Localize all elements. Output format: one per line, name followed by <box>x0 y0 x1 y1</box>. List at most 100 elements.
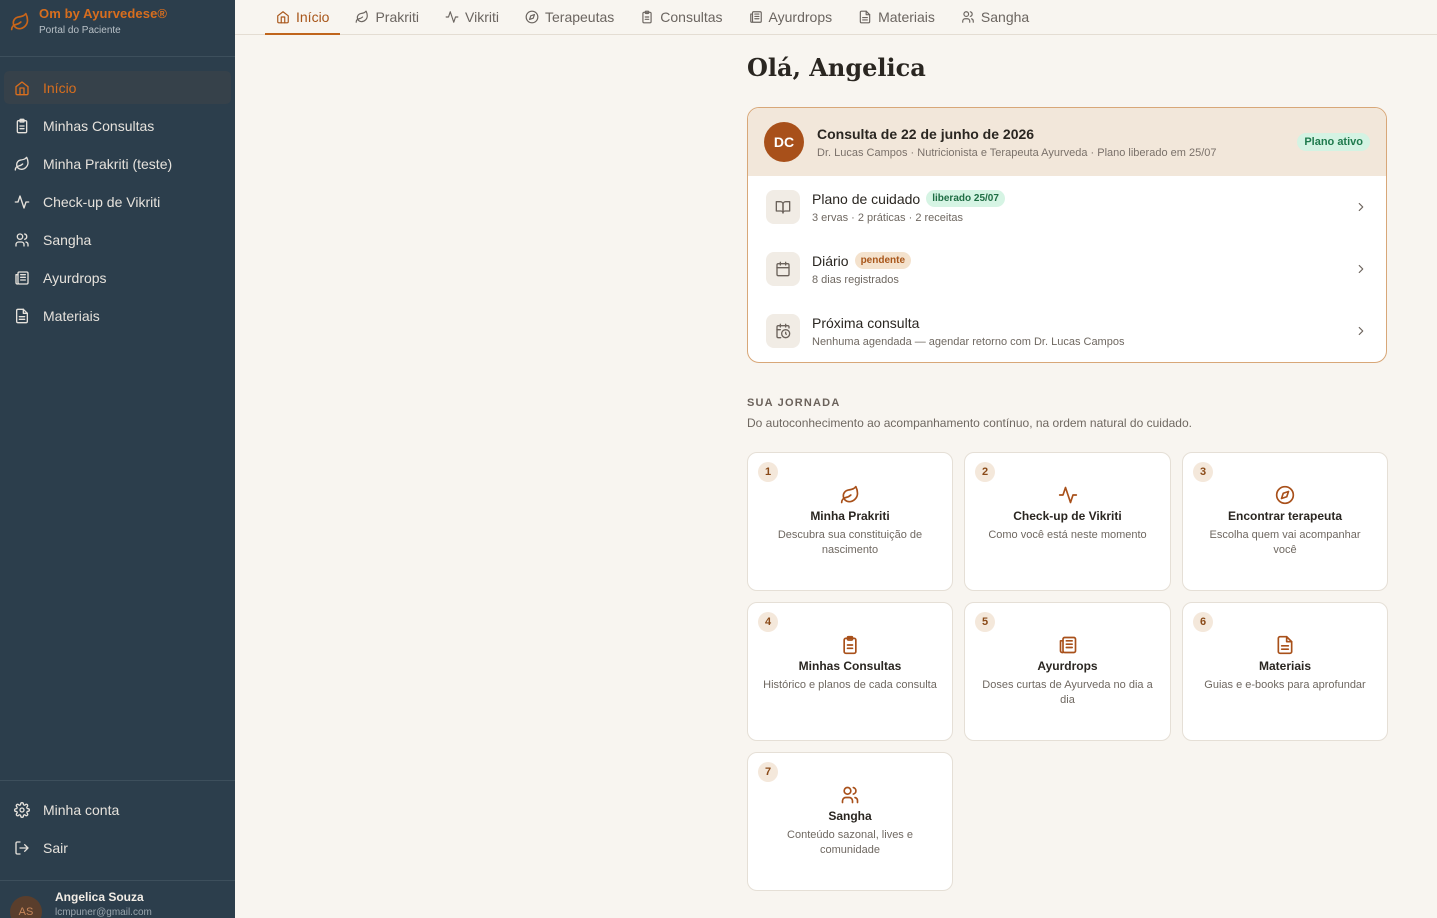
tab-label: Sangha <box>980 9 1030 25</box>
users-icon <box>15 232 29 247</box>
tab-label: Consultas <box>660 9 723 25</box>
tab-label: Terapeutas <box>545 9 615 25</box>
compass-icon <box>525 10 539 24</box>
diary-row[interactable]: Diário pendente 8 dias registrados <box>748 238 1386 300</box>
step-number: 3 <box>1193 462 1213 482</box>
avatar: AS <box>10 895 42 918</box>
section-heading: SUA JORNADA <box>747 397 841 409</box>
sidebar-item-vikriti[interactable]: Check-up de Vikriti <box>4 185 231 218</box>
chevron-right-icon <box>1358 202 1364 212</box>
step-number: 6 <box>1193 612 1213 632</box>
tab-sangha[interactable]: Sangha <box>950 0 1040 34</box>
row-title: Diário <box>812 252 849 269</box>
brand-title: Om by Ayurvedese® <box>39 6 168 21</box>
users-icon <box>841 786 859 804</box>
document-icon <box>859 10 871 24</box>
sidebar-item-label: Minha conta <box>43 801 120 818</box>
book-icon <box>775 201 791 214</box>
consult-subtitle: Dr. Lucas Campos · Nutricionista e Terap… <box>817 146 1217 159</box>
sidebar-item-prakriti[interactable]: Minha Prakriti (teste) <box>4 147 231 180</box>
sidebar-item-inicio[interactable]: Início <box>4 71 231 104</box>
newspaper-icon <box>1059 636 1076 654</box>
main-content: Olá, Angelica DC Consulta de 22 de junho… <box>747 35 1388 891</box>
status-badge: liberado 25/07 <box>926 190 1005 207</box>
calendar-clock-icon <box>776 323 791 339</box>
card-title: Ayurdrops <box>1037 659 1098 673</box>
journey-card-sangha[interactable]: 7 Sangha Conteúdo sazonal, lives e comun… <box>747 752 953 891</box>
pulse-icon <box>14 194 30 209</box>
card-icon-wrapper <box>965 635 1170 655</box>
user-profile[interactable]: AS Angelica Souza lcmpuner@gmail.com <box>0 880 235 918</box>
row-icon-wrapper <box>766 252 800 286</box>
card-icon-wrapper <box>748 485 952 505</box>
logout-icon <box>15 840 29 855</box>
sidebar-item-consultas[interactable]: Minhas Consultas <box>4 109 231 142</box>
sidebar-item-label: Ayurdrops <box>43 269 107 286</box>
step-number: 5 <box>975 612 995 632</box>
tab-vikriti[interactable]: Vikriti <box>434 0 510 34</box>
sidebar-item-label: Minhas Consultas <box>43 117 155 134</box>
step-number: 7 <box>758 762 778 782</box>
journey-card-materiais[interactable]: 6 Materiais Guias e e-books para aprofun… <box>1182 602 1388 741</box>
journey-card-consultas[interactable]: 4 Minhas Consultas Histórico e planos de… <box>747 602 953 741</box>
card-icon-wrapper <box>965 485 1170 505</box>
top-tabs: Início Prakriti Vikriti Terapeutas Consu… <box>235 0 1437 35</box>
tab-label: Vikriti <box>465 9 499 25</box>
journey-card-vikriti[interactable]: 2 Check-up de Vikriti Como você está nes… <box>964 452 1171 591</box>
chevron-right-icon <box>1358 264 1364 274</box>
tab-terapeutas[interactable]: Terapeutas <box>514 0 625 34</box>
row-title-wrap: Plano de cuidado liberado 25/07 <box>812 190 1005 207</box>
journey-card-ayurdrops[interactable]: 5 Ayurdrops Doses curtas de Ayurveda no … <box>964 602 1171 741</box>
sidebar: Om by Ayurvedese® Portal do Paciente Iní… <box>0 0 235 918</box>
next-consult-row[interactable]: Próxima consulta Nenhuma agendada — agen… <box>748 300 1386 362</box>
sidebar-item-label: Início <box>43 79 77 96</box>
sidebar-item-materiais[interactable]: Materiais <box>4 299 231 332</box>
journey-grid: 1 Minha Prakriti Descubra sua constituiç… <box>747 452 1388 891</box>
brand[interactable]: Om by Ayurvedese® Portal do Paciente <box>0 0 235 57</box>
care-plan-row[interactable]: Plano de cuidado liberado 25/07 3 ervas … <box>748 176 1386 238</box>
sidebar-item-minha-conta[interactable]: Minha conta <box>4 793 231 826</box>
leaf-icon <box>14 156 29 171</box>
consult-card: DC Consulta de 22 de junho de 2026 Dr. L… <box>747 107 1387 363</box>
compass-icon <box>1275 485 1295 505</box>
row-title-wrap: Próxima consulta <box>812 315 1124 331</box>
journey-card-terapeuta[interactable]: 3 Encontrar terapeuta Escolha quem vai a… <box>1182 452 1388 591</box>
sidebar-item-sair[interactable]: Sair <box>4 831 231 864</box>
row-subtitle: Nenhuma agendada — agendar retorno com D… <box>812 335 1125 348</box>
tab-inicio[interactable]: Início <box>265 0 341 35</box>
status-badge: Plano ativo <box>1297 133 1370 151</box>
sidebar-item-sangha[interactable]: Sangha <box>4 223 231 256</box>
row-title-wrap: Diário pendente <box>812 252 912 269</box>
tab-materiais[interactable]: Materiais <box>847 0 946 34</box>
gear-icon <box>14 801 30 818</box>
tab-label: Materiais <box>878 9 935 25</box>
newspaper-icon <box>749 11 762 23</box>
journey-card-prakriti[interactable]: 1 Minha Prakriti Descubra sua constituiç… <box>747 452 953 591</box>
tab-consultas[interactable]: Consultas <box>629 0 733 34</box>
card-description: Doses curtas de Ayurveda no dia a dia <box>982 679 1153 706</box>
tab-prakriti[interactable]: Prakriti <box>344 0 430 34</box>
status-badge: pendente <box>854 252 912 269</box>
step-number: 2 <box>975 462 995 482</box>
leaf-icon <box>10 12 29 31</box>
home-icon <box>15 80 29 95</box>
step-number: 4 <box>758 612 778 632</box>
card-icon-wrapper <box>1183 485 1387 505</box>
sidebar-item-label: Sair <box>43 839 68 856</box>
tab-ayurdrops[interactable]: Ayurdrops <box>738 0 844 34</box>
row-icon-wrapper <box>766 314 800 348</box>
page-title: Olá, Angelica <box>747 53 926 82</box>
card-title: Check-up de Vikriti <box>1013 509 1122 523</box>
document-icon <box>1277 635 1293 655</box>
sidebar-item-ayurdrops[interactable]: Ayurdrops <box>4 261 231 294</box>
leaf-icon <box>356 10 369 23</box>
card-title: Minhas Consultas <box>798 659 902 673</box>
sidebar-nav: Início Minhas Consultas Minha Prakriti (… <box>0 57 235 332</box>
users-icon <box>962 11 974 23</box>
card-title: Encontrar terapeuta <box>1227 509 1343 523</box>
card-icon-wrapper <box>748 635 952 655</box>
user-email: lcmpuner@gmail.com <box>55 906 152 918</box>
tab-label: Ayurdrops <box>768 9 833 25</box>
consult-header[interactable]: DC Consulta de 22 de junho de 2026 Dr. L… <box>748 108 1386 176</box>
document-icon <box>16 308 28 323</box>
